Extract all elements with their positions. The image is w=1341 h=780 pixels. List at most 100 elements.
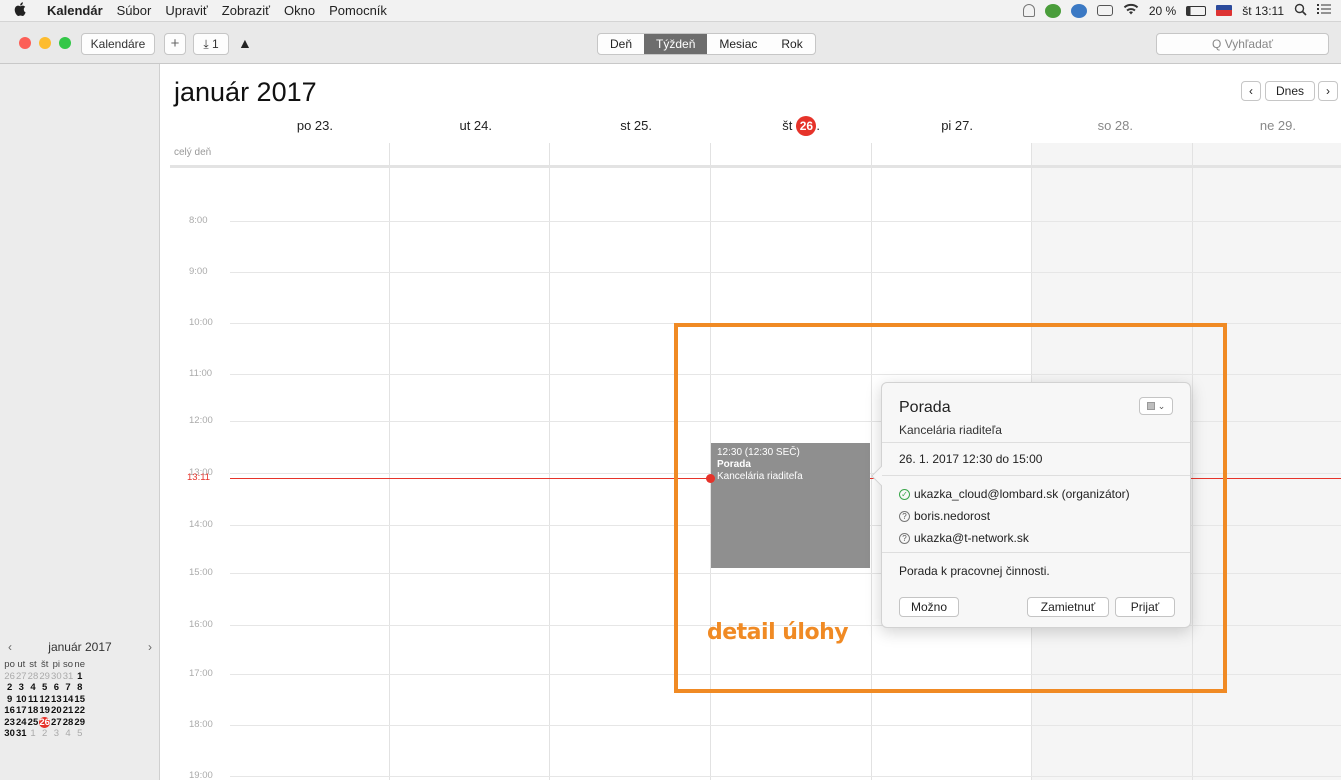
popover-divider xyxy=(882,442,1190,443)
mini-calendar-day[interactable]: 31 xyxy=(62,671,74,682)
view-month-tab[interactable]: Mesiac xyxy=(707,34,769,54)
next-week-button[interactable]: › xyxy=(1318,81,1338,101)
day-header[interactable]: ne 29. xyxy=(1176,118,1296,133)
day-header-label: št xyxy=(782,118,793,133)
mini-calendar-day[interactable]: 5 xyxy=(74,728,85,739)
mini-calendar-day[interactable]: 2 xyxy=(39,728,50,739)
mini-calendar-day[interactable]: 26 xyxy=(4,671,15,682)
mini-calendar-day[interactable]: 16 xyxy=(4,705,15,716)
mini-calendar-day[interactable]: 12 xyxy=(39,694,50,705)
mini-calendar-day[interactable]: 29 xyxy=(74,717,85,728)
day-header-label: ut 24. xyxy=(459,118,492,133)
menu-view[interactable]: Zobraziť xyxy=(215,3,277,18)
mini-calendar-day[interactable]: 28 xyxy=(62,717,74,728)
mini-calendar-day[interactable]: 2 xyxy=(4,682,15,693)
popover-title[interactable]: Porada xyxy=(899,399,951,417)
mini-calendar-day[interactable]: 23 xyxy=(4,717,15,728)
mini-calendar-today[interactable]: 26 xyxy=(39,716,51,728)
accept-button[interactable]: Prijať xyxy=(1115,597,1175,617)
mini-calendar-day[interactable]: 14 xyxy=(62,694,74,705)
mini-calendar-day[interactable]: 21 xyxy=(62,705,74,716)
attendee-row[interactable]: ✓ ukazka_cloud@lombard.sk (organizátor) xyxy=(899,487,1130,501)
hour-label: 8:00 xyxy=(189,215,208,226)
calendar-color-picker[interactable]: ⌄ xyxy=(1139,397,1173,415)
view-year-tab[interactable]: Rok xyxy=(769,34,814,54)
mini-calendar-day[interactable]: 11 xyxy=(27,694,38,705)
mini-calendar-day[interactable]: 4 xyxy=(62,728,73,739)
mini-calendar-day[interactable]: 1 xyxy=(27,728,38,739)
day-header[interactable]: št 26. xyxy=(700,116,820,136)
maybe-button[interactable]: Možno xyxy=(899,597,959,617)
event-detail-popover: Porada Kancelária riaditeľa ⌄ 26. 1. 201… xyxy=(871,382,1191,628)
view-day-tab[interactable]: Deň xyxy=(598,34,644,54)
battery-icon[interactable] xyxy=(1186,5,1207,16)
menu-help[interactable]: Pomocník xyxy=(322,3,394,18)
minimize-window-button[interactable] xyxy=(39,37,51,49)
mini-calendar-next-button[interactable]: › xyxy=(148,640,152,654)
wifi-icon[interactable] xyxy=(1123,3,1139,18)
mini-calendar-day[interactable]: 13 xyxy=(51,694,62,705)
mini-calendar-day[interactable]: 1 xyxy=(74,671,85,682)
search-input[interactable]: Q Vyhľadať xyxy=(1156,33,1329,55)
mini-calendar-day[interactable]: 6 xyxy=(51,682,62,693)
mini-calendar-day[interactable]: 18 xyxy=(27,705,39,716)
notification-center-icon[interactable] xyxy=(1317,3,1331,18)
clock[interactable]: št 13:11 xyxy=(1242,4,1284,18)
day-header[interactable]: pi 27. xyxy=(853,118,973,133)
popover-datetime[interactable]: 26. 1. 2017 12:30 do 15:00 xyxy=(899,452,1042,466)
mini-calendar-day[interactable]: 3 xyxy=(16,682,27,693)
mini-calendar-day[interactable]: 24 xyxy=(16,717,27,728)
apple-menu-icon[interactable] xyxy=(0,2,40,19)
unknown-status-icon: ? xyxy=(899,510,910,522)
mini-calendar-day[interactable]: 4 xyxy=(27,682,38,693)
input-source-flag-icon[interactable] xyxy=(1216,5,1233,16)
mini-calendar-day[interactable]: 15 xyxy=(74,694,85,705)
mini-calendar-day[interactable]: 17 xyxy=(16,705,27,716)
menu-file[interactable]: Súbor xyxy=(110,3,159,18)
airplay-icon[interactable] xyxy=(1096,5,1113,16)
mini-calendar-day[interactable]: 8 xyxy=(74,682,85,693)
popover-location[interactable]: Kancelária riaditeľa xyxy=(899,423,1002,437)
mini-calendar-day[interactable]: 27 xyxy=(51,717,62,728)
mini-calendar-day[interactable]: 27 xyxy=(16,671,27,682)
mini-calendar-day[interactable]: 22 xyxy=(74,705,85,716)
day-header[interactable]: st 25. xyxy=(532,118,652,133)
mini-calendar-day[interactable]: 9 xyxy=(4,694,15,705)
attendee-row[interactable]: ? boris.nedorost xyxy=(899,509,990,523)
menu-window[interactable]: Okno xyxy=(277,3,322,18)
mini-calendar-prev-button[interactable]: ‹ xyxy=(8,640,12,654)
inbox-button[interactable]: ⤓ 1 xyxy=(193,33,229,55)
spotlight-icon[interactable] xyxy=(1294,3,1307,19)
mini-calendar-day[interactable]: 28 xyxy=(27,671,39,682)
mini-calendar-day[interactable]: 3 xyxy=(51,728,62,739)
mini-calendar-day[interactable]: 19 xyxy=(39,705,50,716)
today-button[interactable]: Dnes xyxy=(1265,81,1315,101)
vpn-icon[interactable] xyxy=(1022,4,1035,17)
close-window-button[interactable] xyxy=(19,37,31,49)
calendars-button[interactable]: Kalendáre xyxy=(81,33,155,55)
menu-edit[interactable]: Upraviť xyxy=(158,3,214,18)
day-header[interactable]: po 23. xyxy=(213,118,333,133)
mini-calendar-day[interactable]: 7 xyxy=(62,682,73,693)
mini-calendar-day[interactable]: 30 xyxy=(4,728,15,739)
prev-week-button[interactable]: ‹ xyxy=(1241,81,1261,101)
day-header[interactable]: ut 24. xyxy=(372,118,492,133)
view-week-tab[interactable]: Týždeň xyxy=(644,34,708,54)
cloud-icon[interactable] xyxy=(1070,3,1087,18)
mini-calendar-day[interactable]: 30 xyxy=(51,671,62,682)
menu-app-name[interactable]: Kalendár xyxy=(40,3,110,18)
sync-icon[interactable] xyxy=(1044,3,1061,18)
day-header[interactable]: so 28. xyxy=(1013,118,1133,133)
mini-calendar-day[interactable]: 20 xyxy=(51,705,62,716)
popover-notes[interactable]: Porada k pracovnej činnosti. xyxy=(899,564,1050,578)
mini-calendar-day[interactable]: 25 xyxy=(27,717,39,728)
warning-icon[interactable]: ▲ xyxy=(238,35,252,51)
mini-calendar-day[interactable]: 5 xyxy=(39,682,50,693)
zoom-window-button[interactable] xyxy=(59,37,71,49)
mini-calendar-day[interactable]: 29 xyxy=(39,671,50,682)
add-event-button[interactable]: + xyxy=(164,33,186,55)
decline-button[interactable]: Zamietnuť xyxy=(1027,597,1109,617)
mini-calendar-day[interactable]: 31 xyxy=(16,728,27,739)
mini-calendar-day[interactable]: 10 xyxy=(16,694,27,705)
attendee-row[interactable]: ? ukazka@t-network.sk xyxy=(899,531,1029,545)
